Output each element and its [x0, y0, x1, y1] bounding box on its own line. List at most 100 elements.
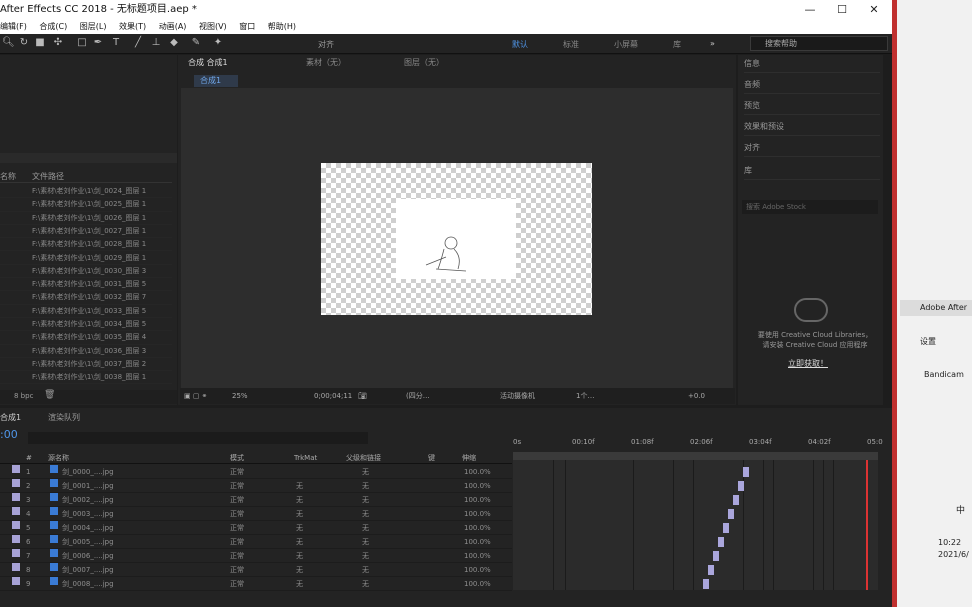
menu-view[interactable]: 视图(V) [199, 20, 227, 34]
layer-duration-bar[interactable] [738, 481, 744, 491]
render-queue-tab[interactable]: 渲染队列 [48, 412, 80, 423]
layer-stretch[interactable]: 100.0% [464, 521, 491, 535]
tab-layer[interactable]: 图层（无） [404, 56, 444, 70]
get-now-link[interactable]: 立即获取！ [788, 358, 828, 369]
tab-footage[interactable]: 素材（无） [306, 56, 346, 70]
taskbar-ae[interactable]: Adobe After [900, 300, 972, 316]
work-area-bar[interactable] [513, 452, 878, 460]
layer-name[interactable]: 剑_0004_....jpg [62, 521, 114, 535]
layer-row[interactable]: 9 剑_0008_....jpg 正常 无 无 100.0% [0, 577, 512, 591]
layer-trkmat-select[interactable]: 无 [296, 563, 303, 577]
bpc-label[interactable]: 8 bpc [14, 392, 33, 400]
time-ruler[interactable]: 0s 00:10f 01:08f 02:06f 03:04f 04:02f 05:0 [513, 438, 883, 450]
rect-tool-icon[interactable]: □ [76, 37, 88, 49]
label-color-swatch[interactable] [12, 507, 20, 515]
search-help-input[interactable]: 搜索帮助 [750, 36, 888, 51]
layer-row[interactable]: 7 剑_0006_....jpg 正常 无 无 100.0% [0, 549, 512, 563]
hdr-name[interactable]: 源名称 [48, 452, 69, 464]
trash-icon[interactable]: 🗑︎ [44, 390, 55, 400]
layer-duration-bar[interactable] [733, 495, 739, 505]
layer-trkmat-select[interactable]: 无 [296, 507, 303, 521]
layer-name[interactable]: 剑_0005_....jpg [62, 535, 114, 549]
layer-mode-select[interactable]: 正常 [230, 465, 244, 479]
zoom-tool-icon[interactable]: 🔍︎ [2, 37, 15, 49]
panel-library[interactable]: 库 [744, 162, 880, 180]
close-button[interactable]: ✕ [858, 0, 890, 20]
layer-row[interactable]: 6 剑_0005_....jpg 正常 无 无 100.0% [0, 535, 512, 549]
tab-composition[interactable]: 合成 合成1 [188, 56, 228, 70]
layer-mode-select[interactable]: 正常 [230, 479, 244, 493]
layer-parent-select[interactable]: 无 [362, 535, 369, 549]
layer-parent-select[interactable]: 无 [362, 507, 369, 521]
label-color-swatch[interactable] [12, 577, 20, 585]
layer-name[interactable]: 剑_0006_....jpg [62, 549, 114, 563]
layer-row[interactable]: 3 剑_0002_....jpg 正常 无 无 100.0% [0, 493, 512, 507]
brush-tool-icon[interactable]: ╱ [132, 37, 144, 49]
rotate-tool-icon[interactable]: ↻ [18, 37, 30, 49]
project-row[interactable]: F:\素材\老刘作业\1\剑_0024_图层 1 [0, 185, 172, 199]
layer-duration-bar[interactable] [728, 509, 734, 519]
pen-tool-icon[interactable]: ✒ [92, 37, 104, 49]
minimize-button[interactable]: — [794, 0, 826, 20]
label-color-swatch[interactable] [12, 479, 20, 487]
project-row[interactable]: F:\素材\老刘作业\1\剑_0038_图层 1 [0, 371, 172, 385]
layer-stretch[interactable]: 100.0% [464, 549, 491, 563]
workspace-small[interactable]: 小屏幕 [614, 39, 638, 50]
layer-duration-bar[interactable] [708, 565, 714, 575]
project-row[interactable]: F:\素材\老刘作业\1\剑_0031_图层 5 [0, 278, 172, 292]
project-search-bar[interactable] [0, 153, 177, 163]
layer-trkmat-select[interactable]: 无 [296, 479, 303, 493]
layer-mode-select[interactable]: 正常 [230, 493, 244, 507]
project-row[interactable]: F:\素材\老刘作业\1\剑_0034_图层 5 [0, 318, 172, 332]
layer-name[interactable]: 剑_0000_....jpg [62, 465, 114, 479]
project-row[interactable]: F:\素材\老刘作业\1\剑_0037_图层 2 [0, 358, 172, 372]
workspace-default[interactable]: 默认 [512, 39, 528, 50]
project-row[interactable]: F:\素材\老刘作业\1\剑_0029_图层 1 [0, 252, 172, 265]
panel-audio[interactable]: 音频 [744, 76, 880, 94]
menu-window[interactable]: 窗口 [239, 20, 255, 34]
label-color-swatch[interactable] [12, 535, 20, 543]
project-row[interactable]: F:\素材\老刘作业\1\剑_0030_图层 3 [0, 265, 172, 279]
layer-stretch[interactable]: 100.0% [464, 479, 491, 493]
ime-indicator[interactable]: 中 [956, 503, 965, 516]
layer-trkmat-select[interactable]: 无 [296, 577, 303, 591]
layer-trkmat-select[interactable]: 无 [296, 521, 303, 535]
project-row[interactable]: F:\素材\老刘作业\1\剑_0026_图层 1 [0, 212, 172, 225]
camera-tool-icon[interactable]: ■ [34, 37, 46, 49]
camera-select[interactable]: 活动摄像机 [500, 388, 535, 404]
layer-mode-select[interactable]: 正常 [230, 563, 244, 577]
layer-trkmat-select[interactable]: 无 [296, 549, 303, 563]
layer-stretch[interactable]: 100.0% [464, 535, 491, 549]
layer-parent-select[interactable]: 无 [362, 577, 369, 591]
label-color-swatch[interactable] [12, 549, 20, 557]
exposure-value[interactable]: +0.0 [688, 388, 705, 404]
layer-mode-select[interactable]: 正常 [230, 577, 244, 591]
layer-stretch[interactable]: 100.0% [464, 465, 491, 479]
layer-row[interactable]: 5 剑_0004_....jpg 正常 无 无 100.0% [0, 521, 512, 535]
layer-parent-select[interactable]: 无 [362, 493, 369, 507]
layer-row[interactable]: 1 剑_0000_....jpg 正常 无 100.0% [0, 465, 512, 479]
label-color-swatch[interactable] [12, 493, 20, 501]
snapshot-icon[interactable]: 📷︎ [358, 388, 367, 404]
stock-search[interactable]: 搜索 Adobe Stock [742, 200, 878, 214]
menu-layer[interactable]: 图层(L) [80, 20, 107, 34]
hdr-parent[interactable]: 父级和链接 [346, 452, 381, 464]
layer-name[interactable]: 剑_0001_....jpg [62, 479, 114, 493]
taskbar-bandicam[interactable]: Bandicam [924, 370, 964, 379]
project-row[interactable]: F:\素材\老刘作业\1\剑_0028_图层 1 [0, 238, 172, 252]
more-workspaces-icon[interactable]: » [710, 39, 715, 48]
layer-stretch[interactable]: 100.0% [464, 577, 491, 591]
layer-name[interactable]: 剑_0008_....jpg [62, 577, 114, 591]
comp-breadcrumb[interactable]: 合成1 [194, 75, 238, 87]
comp-footer-icons[interactable]: ▣ ▢ ⚭ [184, 388, 208, 404]
stamp-tool-icon[interactable]: ⊥ [150, 37, 162, 49]
layer-mode-select[interactable]: 正常 [230, 507, 244, 521]
clock-date[interactable]: 2021/6/ [938, 550, 969, 559]
layer-row[interactable]: 4 剑_0003_....jpg 正常 无 无 100.0% [0, 507, 512, 521]
layer-row[interactable]: 8 剑_0007_....jpg 正常 无 无 100.0% [0, 563, 512, 577]
layer-duration-bar[interactable] [713, 551, 719, 561]
layer-row[interactable]: 2 剑_0001_....jpg 正常 无 无 100.0% [0, 479, 512, 493]
align-checkbox[interactable]: 对齐 [318, 39, 334, 50]
layer-trkmat-select[interactable]: 无 [296, 493, 303, 507]
hdr-stretch[interactable]: 伸缩 [462, 452, 476, 464]
